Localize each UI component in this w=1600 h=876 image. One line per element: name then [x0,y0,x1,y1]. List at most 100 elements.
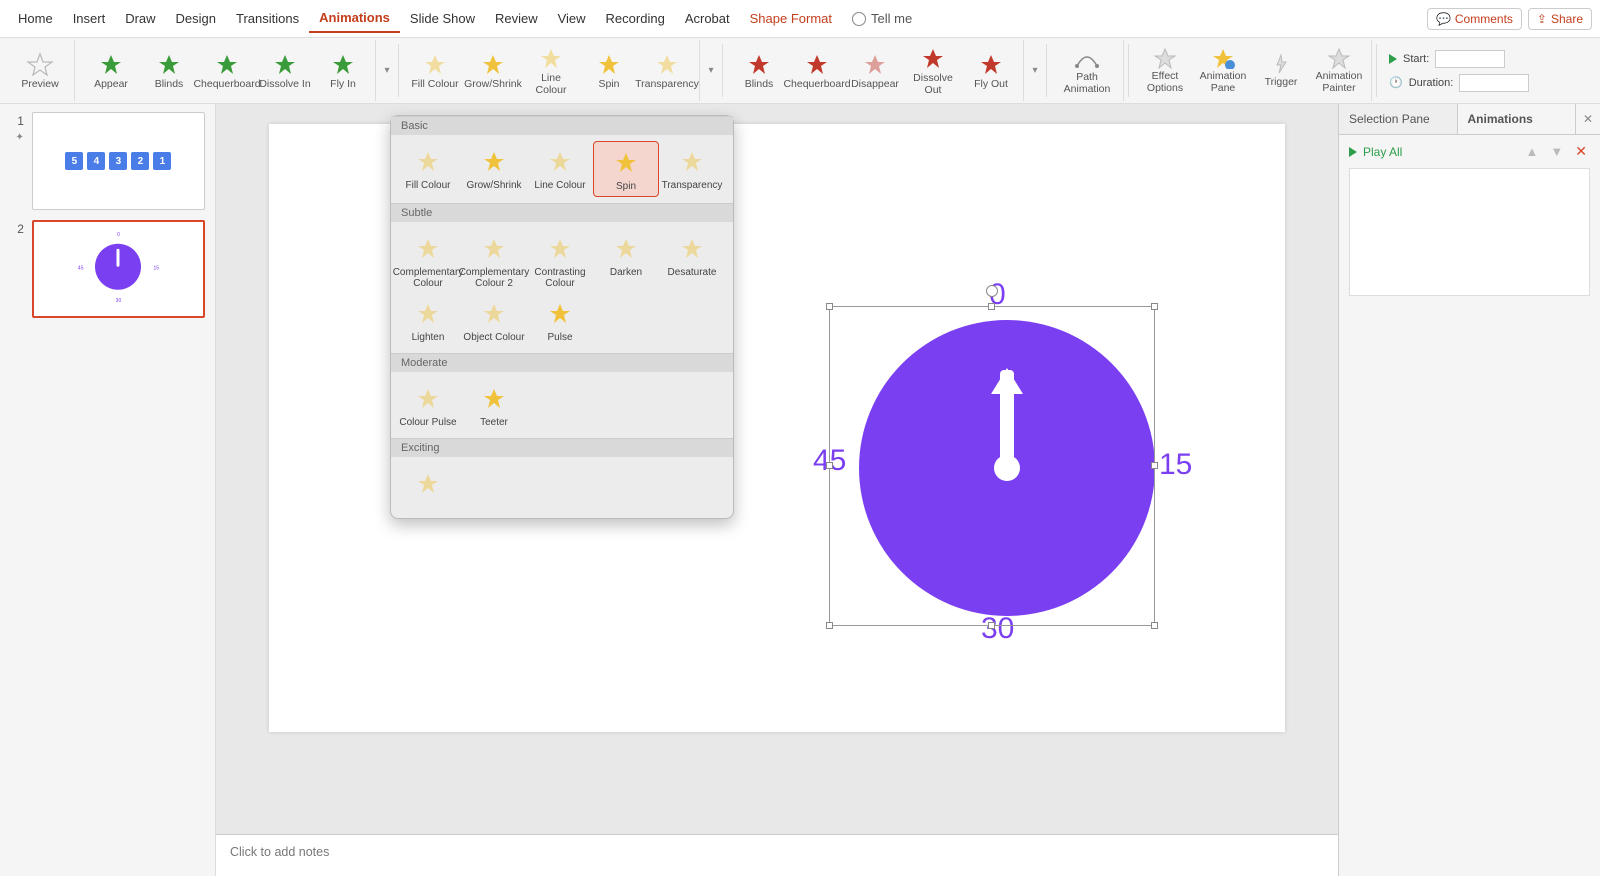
star-icon [538,45,564,71]
slide-number-2: 2 [17,222,24,236]
play-all-button[interactable]: Play All [1363,145,1402,159]
move-up-button[interactable]: ▲ [1523,144,1542,159]
selection-box[interactable] [829,306,1155,626]
tab-insert[interactable]: Insert [63,5,116,32]
star-icon [673,145,711,177]
anim-blinds[interactable]: Blinds [143,51,195,91]
dd-item-colour-pulse[interactable]: Colour Pulse [395,378,461,432]
thumb-clock-30: 30 [116,298,122,304]
selection-pane-tab[interactable]: Selection Pane [1339,104,1458,134]
dd-item-complementary-colour[interactable]: Complementary Colour [395,228,461,293]
handle-br[interactable] [1151,622,1158,629]
thumb-clock-45: 45 [78,265,84,271]
handle-tl[interactable] [826,303,833,310]
anim-grow/shrink[interactable]: Grow/Shrink [467,51,519,91]
star-icon [607,146,645,178]
tab-animations[interactable]: Animations [309,4,400,33]
tab-recording[interactable]: Recording [596,5,675,32]
effect-options-button[interactable]: Effect Options [1139,47,1191,94]
dd-item-fill-colour[interactable]: Fill Colour [395,141,461,197]
dd-item-darken[interactable]: Darken [593,228,659,293]
tab-view[interactable]: View [548,5,596,32]
delete-anim-button[interactable]: ✕ [1572,143,1590,160]
tab-transitions[interactable]: Transitions [226,5,309,32]
dd-item-label: Grow/Shrink [466,180,521,191]
anim-dissolve-in[interactable]: Dissolve In [259,51,311,91]
dd-item-complementary-colour-2[interactable]: Complementary Colour 2 [461,228,527,293]
animation-pane-button[interactable]: Animation Pane [1197,47,1249,94]
handle-tr[interactable] [1151,303,1158,310]
dd-item-blank[interactable] [395,463,461,506]
star-icon [475,232,513,264]
tab-acrobat[interactable]: Acrobat [675,5,740,32]
star-icon [475,382,513,414]
animations-toolbar: Preview AppearBlindsChequerboardDissolve… [0,38,1600,104]
handle-bl[interactable] [826,622,833,629]
preview-label: Preview [21,78,58,90]
slide-thumb-1[interactable]: 54321 [32,112,205,210]
preview-button[interactable]: Preview [12,52,68,90]
notes-area[interactable]: Click to add notes [216,834,1338,876]
move-down-button[interactable]: ▼ [1547,144,1566,159]
entrance-more[interactable]: ▾ [380,40,394,101]
anim-dissolve-out[interactable]: Dissolve Out [907,45,959,96]
dd-item-spin[interactable]: Spin [593,141,659,197]
anim-fill-colour[interactable]: Fill Colour [409,51,461,91]
anim-fly-in[interactable]: Fly In [317,51,369,91]
anim-transparency[interactable]: Transparency [641,51,693,91]
dd-item-transparency[interactable]: Transparency [659,141,725,197]
trigger-button[interactable]: Trigger [1255,53,1307,89]
tab-slideshow[interactable]: Slide Show [400,5,485,32]
anim-disappear[interactable]: Disappear [849,51,901,91]
tab-design[interactable]: Design [166,5,226,32]
tab-home[interactable]: Home [8,5,63,32]
workspace: 1 ✦ 54321 2 0 15 30 45 [0,104,1600,876]
animation-list[interactable] [1349,168,1590,296]
exit-more[interactable]: ▾ [1028,40,1042,101]
handle-ml[interactable] [826,462,833,469]
entrance-gallery: AppearBlindsChequerboardDissolve InFly I… [79,40,376,101]
clock-icon: 🕐 [1389,76,1403,89]
dd-item-pulse[interactable]: Pulse [527,293,593,347]
rotate-handle[interactable] [986,285,998,297]
dd-item-contrasting-colour[interactable]: Contrasting Colour [527,228,593,293]
dd-item-desaturate[interactable]: Desaturate [659,228,725,293]
dd-item-lighten[interactable]: Lighten [395,293,461,347]
dd-item-line-colour[interactable]: Line Colour [527,141,593,197]
timing-group: Start: 🕐 Duration: [1381,40,1537,101]
anim-spin[interactable]: Spin [583,51,635,91]
animations-pane-tab[interactable]: Animations [1458,104,1577,134]
duration-input[interactable] [1459,74,1529,92]
emphasis-more[interactable]: ▾ [704,40,718,101]
anim-line-colour[interactable]: Line Colour [525,45,577,96]
anim-chequerboard[interactable]: Chequerboard [201,51,253,91]
handle-bm[interactable] [988,622,995,629]
share-button[interactable]: ⇪ Share [1528,8,1592,30]
handle-mr[interactable] [1151,462,1158,469]
tab-draw[interactable]: Draw [115,5,165,32]
comments-button[interactable]: 💬 Comments [1427,8,1522,30]
path-animation-button[interactable]: Path Animation [1057,46,1117,95]
pane-close-button[interactable]: ✕ [1576,104,1600,134]
dd-item-label: Complementary Colour [393,267,464,289]
trigger-label: Trigger [1265,77,1298,89]
dd-item-label: Transparency [662,180,723,191]
handle-tm[interactable] [988,303,995,310]
start-input[interactable] [1435,50,1505,68]
anim-appear[interactable]: Appear [85,51,137,91]
dd-item-label: Fill Colour [405,180,450,191]
anim-chequerboard[interactable]: Chequerboard [791,51,843,91]
slide-thumb-2[interactable]: 0 15 30 45 [32,220,205,318]
tab-review[interactable]: Review [485,5,548,32]
dd-item-grow/shrink[interactable]: Grow/Shrink [461,141,527,197]
anim-fly-out[interactable]: Fly Out [965,51,1017,91]
tell-me-search[interactable]: Tell me [852,11,912,26]
star-icon [862,51,888,77]
dd-item-object-colour[interactable]: Object Colour [461,293,527,347]
dd-item-teeter[interactable]: Teeter [461,378,527,432]
anim-blinds[interactable]: Blinds [733,51,785,91]
animation-painter-button[interactable]: Animation Painter [1313,47,1365,94]
anim-label: Dissolve Out [907,73,959,96]
tab-shape-format[interactable]: Shape Format [740,5,842,32]
effect-options-label: Effect Options [1139,71,1191,94]
